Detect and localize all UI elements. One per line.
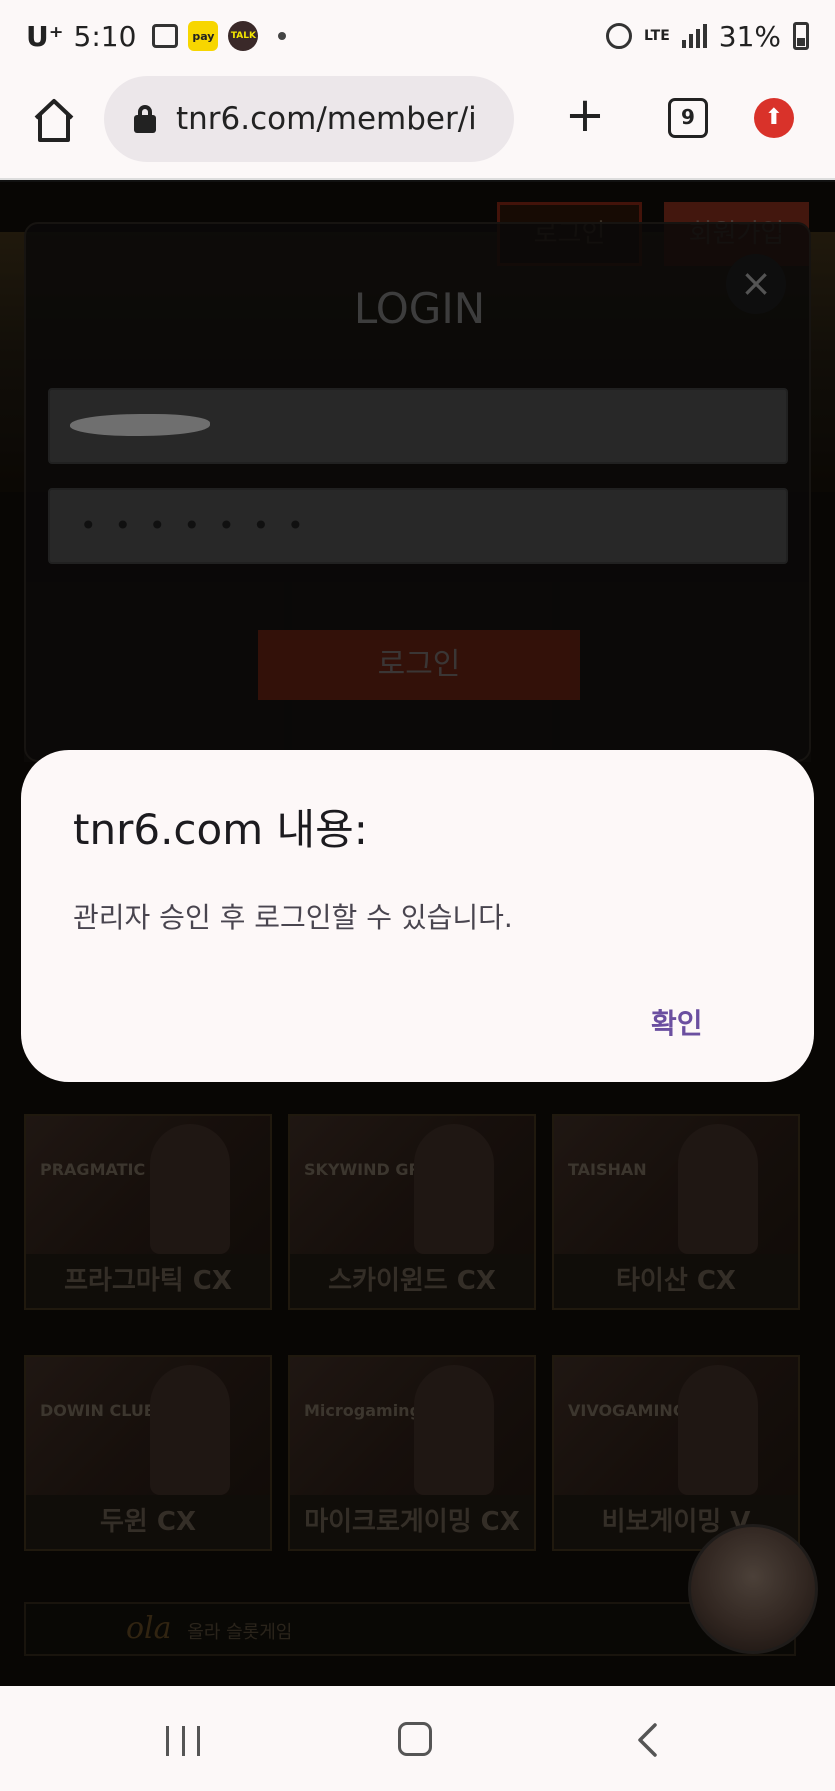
- tab-switcher-button[interactable]: 9: [668, 98, 708, 138]
- game-card-image: VIVOGAMING: [554, 1357, 798, 1499]
- game-brand-logo: Microgaming: [304, 1401, 422, 1420]
- game-brand-logo: DOWIN CLUB: [40, 1401, 156, 1420]
- url-text: tnr6.com/member/i: [176, 101, 477, 137]
- game-card[interactable]: TAISHAN 타이산 CX: [552, 1114, 800, 1310]
- lte-icon: LTE: [644, 28, 670, 44]
- kakaotalk-icon: TALK: [228, 21, 259, 51]
- status-bar-left: U⁺ 5:10 pay TALK: [26, 19, 287, 53]
- username-field[interactable]: [48, 388, 788, 464]
- game-card[interactable]: DOWIN CLUB 두윈 CX: [24, 1355, 272, 1551]
- game-card-image: TAISHAN: [554, 1116, 798, 1258]
- system-nav-bar: [0, 1686, 835, 1791]
- close-icon[interactable]: ×: [726, 254, 786, 314]
- game-card-image: DOWIN CLUB: [26, 1357, 270, 1499]
- game-card[interactable]: PRAGMATIC PLAY 프라그마틱 CX: [24, 1114, 272, 1310]
- game-brand-logo: TAISHAN: [568, 1160, 647, 1179]
- game-card-label: 프라그마틱 CX: [26, 1254, 270, 1308]
- back-icon[interactable]: [636, 1722, 658, 1758]
- chat-avatar-button[interactable]: [688, 1524, 818, 1654]
- redaction-mark: [70, 414, 210, 436]
- game-card[interactable]: SKYWIND GROUP 스카이윈드 CX: [288, 1114, 536, 1310]
- login-modal: LOGIN × ••••••• 로그인: [24, 222, 811, 762]
- alert-message: 관리자 승인 후 로그인할 수 있습니다.: [73, 901, 513, 934]
- game-card[interactable]: Microgaming 마이크로게이밍 CX: [288, 1355, 536, 1551]
- alert-dialog: tnr6.com 내용: 관리자 승인 후 로그인할 수 있습니다. 확인: [21, 750, 814, 1082]
- clock: 5:10: [73, 19, 137, 53]
- game-card-label: 마이크로게이밍 CX: [290, 1495, 534, 1549]
- browser-toolbar: tnr6.com/member/i + 9 ⬆: [0, 72, 835, 180]
- photo-icon: [152, 24, 179, 48]
- alert-title: tnr6.com 내용:: [73, 805, 368, 854]
- battery-icon: [793, 22, 809, 50]
- home-icon[interactable]: [32, 96, 76, 144]
- game-card-label: 스카이윈드 CX: [290, 1254, 534, 1308]
- address-bar[interactable]: tnr6.com/member/i: [104, 76, 514, 162]
- password-field[interactable]: •••••••: [48, 488, 788, 564]
- login-submit-button[interactable]: 로그인: [258, 630, 580, 700]
- carrier-label: U⁺: [26, 19, 64, 53]
- status-bar: U⁺ 5:10 pay TALK LTE 31%: [0, 0, 835, 72]
- dot-icon: [278, 32, 287, 40]
- alarm-icon: [606, 23, 633, 49]
- game-card-image: SKYWIND GROUP: [290, 1116, 534, 1258]
- game-grid-row: DOWIN CLUB 두윈 CX Microgaming 마이크로게이밍 CX …: [24, 1355, 814, 1551]
- game-card-image: Microgaming: [290, 1357, 534, 1499]
- nav-home-icon[interactable]: [398, 1722, 432, 1756]
- status-bar-right: LTE 31%: [606, 20, 809, 53]
- slot-game-banner[interactable]: ola 올라 슬롯게임: [24, 1602, 796, 1656]
- kakaopay-icon: pay: [188, 21, 219, 51]
- alert-ok-button[interactable]: 확인: [651, 1002, 703, 1042]
- game-card-label: 두윈 CX: [26, 1495, 270, 1549]
- game-card-label: 타이산 CX: [554, 1254, 798, 1308]
- recents-icon[interactable]: [166, 1726, 200, 1756]
- new-tab-button[interactable]: +: [560, 90, 610, 140]
- game-grid-row: PRAGMATIC PLAY 프라그마틱 CX SKYWIND GROUP 스카…: [24, 1114, 814, 1310]
- battery-percent: 31%: [718, 19, 781, 53]
- signal-icon: [681, 24, 707, 48]
- ola-logo: ola: [126, 1611, 172, 1646]
- game-card-image: PRAGMATIC PLAY: [26, 1116, 270, 1258]
- login-title: LOGIN: [353, 284, 486, 333]
- game-card[interactable]: VIVOGAMING 비보게이밍 V: [552, 1355, 800, 1551]
- slot-banner-text: 올라 슬롯게임: [187, 1622, 293, 1643]
- game-brand-logo: VIVOGAMING: [568, 1401, 686, 1420]
- update-icon[interactable]: ⬆: [754, 98, 794, 138]
- lock-icon: [134, 105, 156, 133]
